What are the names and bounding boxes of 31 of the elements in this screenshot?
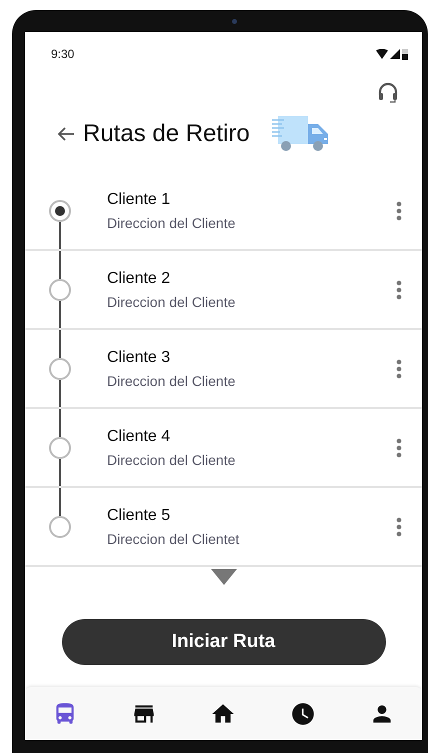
headset-icon[interactable] — [378, 82, 398, 104]
client-name: Cliente 2 — [107, 270, 172, 288]
scroll-down-icon[interactable] — [210, 569, 236, 585]
clock-icon — [290, 700, 316, 726]
timeline-radio[interactable] — [49, 200, 71, 222]
wifi-icon — [376, 49, 388, 59]
status-time: 9:30 — [51, 47, 74, 61]
more-options-icon[interactable] — [396, 516, 402, 536]
client-name: Cliente 4 — [107, 428, 172, 446]
timeline-radio[interactable] — [49, 516, 71, 538]
timeline-radio[interactable] — [49, 278, 71, 300]
client-address: Direccion del Cliente — [107, 294, 236, 310]
client-name: Cliente 5 — [107, 506, 172, 524]
more-options-icon[interactable] — [396, 280, 402, 300]
battery-icon — [402, 48, 408, 60]
signal-icon — [390, 49, 400, 59]
timeline-radio[interactable] — [49, 358, 71, 380]
more-options-icon[interactable] — [396, 200, 402, 220]
client-address: Direccion del Cliente — [107, 214, 236, 230]
client-name: Cliente 3 — [107, 348, 172, 366]
back-arrow-icon[interactable] — [57, 126, 75, 142]
timeline-radio[interactable] — [49, 436, 71, 458]
more-options-icon[interactable] — [396, 438, 402, 458]
client-name: Cliente 1 — [107, 190, 172, 208]
page-title: Rutas de Retiro — [83, 120, 250, 148]
start-route-button[interactable]: Iniciar Ruta — [62, 619, 386, 665]
client-address: Direccion del Clientet — [107, 530, 240, 546]
client-address: Direccion del Cliente — [107, 372, 236, 388]
client-address: Direccion del Cliente — [107, 452, 236, 468]
more-options-icon[interactable] — [396, 358, 402, 378]
truck-icon — [270, 114, 330, 154]
